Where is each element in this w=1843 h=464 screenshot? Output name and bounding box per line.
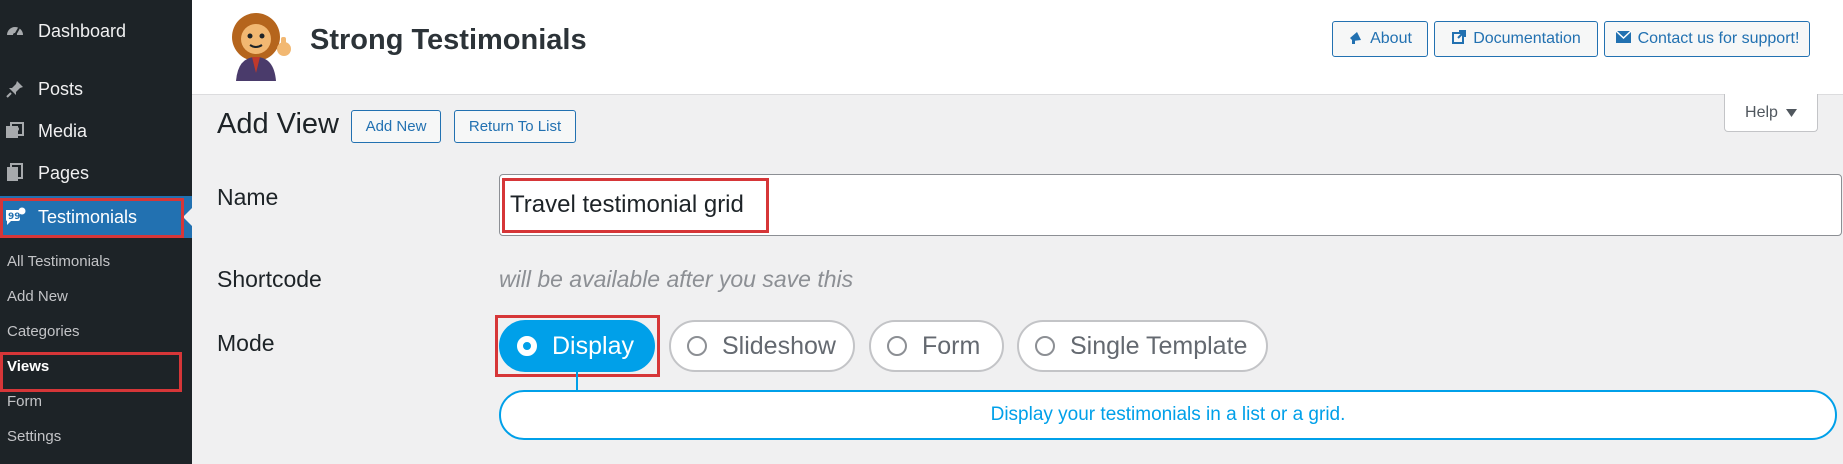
testimonials-icon: 99 [4, 206, 26, 228]
radio-unselected-icon [687, 336, 707, 356]
submenu-item-form[interactable]: Form [0, 384, 192, 419]
submenu-item-settings[interactable]: Settings [0, 419, 192, 454]
submenu-item-categories[interactable]: Categories [0, 314, 192, 349]
view-name-input[interactable]: Travel testimonial grid [499, 174, 1842, 236]
mode-option-label: Single Template [1070, 331, 1248, 360]
mode-option-slideshow[interactable]: Slideshow [669, 320, 855, 372]
external-link-icon [1451, 29, 1467, 50]
mode-option-label: Display [552, 331, 634, 360]
submenu-item-add-new[interactable]: Add New [0, 279, 192, 314]
mode-option-display[interactable]: Display [499, 320, 655, 372]
sidebar-item-posts[interactable]: Posts [0, 68, 192, 110]
radio-unselected-icon [1035, 336, 1055, 356]
radio-unselected-icon [887, 336, 907, 356]
documentation-label: Documentation [1473, 30, 1581, 47]
admin-sidebar: Dashboard Posts Media Pages 99 Testimoni… [0, 0, 192, 464]
pages-icon [4, 162, 26, 184]
mode-connector-line [576, 372, 578, 390]
name-label: Name [217, 184, 279, 210]
plugin-title: Strong Testimonials [310, 24, 587, 56]
dashboard-icon [4, 20, 26, 42]
envelope-icon [1615, 29, 1632, 49]
sidebar-item-label: Posts [38, 78, 84, 99]
media-icon [4, 120, 26, 142]
sidebar-item-label: Testimonials [38, 206, 138, 227]
help-label: Help [1745, 103, 1778, 121]
about-button[interactable]: About [1332, 21, 1428, 57]
shortcode-note: will be available after you save this [499, 266, 854, 292]
add-new-button[interactable]: Add New [351, 110, 441, 143]
submenu-item-views[interactable]: Views [0, 349, 192, 384]
radio-selected-icon [517, 336, 537, 356]
megaphone-icon [1348, 29, 1364, 50]
mode-option-form[interactable]: Form [869, 320, 1004, 372]
about-label: About [1370, 30, 1412, 47]
contact-support-button[interactable]: Contact us for support! [1604, 21, 1810, 57]
sidebar-item-dashboard[interactable]: Dashboard [0, 10, 192, 52]
shortcode-label: Shortcode [217, 266, 322, 292]
sidebar-item-label: Dashboard [38, 20, 127, 41]
submenu-item-all-testimonials[interactable]: All Testimonials [0, 244, 192, 279]
mode-option-label: Form [922, 331, 981, 360]
testimonials-submenu: All Testimonials Add New Categories View… [0, 244, 192, 454]
contact-support-label: Contact us for support! [1637, 30, 1800, 47]
lion-mascot-logo [222, 9, 294, 81]
svg-text:99: 99 [8, 212, 21, 222]
plugin-header: Strong Testimonials About Documentation … [192, 0, 1843, 95]
help-tab[interactable]: Help [1724, 94, 1818, 132]
pushpin-icon [4, 78, 26, 100]
sidebar-item-media[interactable]: Media [0, 110, 192, 152]
return-to-list-button[interactable]: Return To List [454, 110, 576, 143]
page-title: Add View [217, 108, 339, 140]
mode-option-single-template[interactable]: Single Template [1017, 320, 1268, 372]
view-name-value: Travel testimonial grid [510, 191, 744, 218]
sidebar-item-label: Pages [38, 162, 90, 183]
mode-description: Display your testimonials in a list or a… [499, 390, 1837, 440]
sidebar-item-pages[interactable]: Pages [0, 152, 192, 194]
triangle-down-icon [1785, 104, 1797, 122]
mode-option-label: Slideshow [722, 331, 836, 360]
sidebar-item-label: Media [38, 120, 88, 141]
mode-label: Mode [217, 330, 275, 356]
documentation-button[interactable]: Documentation [1434, 21, 1598, 57]
sidebar-item-testimonials[interactable]: 99 Testimonials [0, 196, 192, 238]
